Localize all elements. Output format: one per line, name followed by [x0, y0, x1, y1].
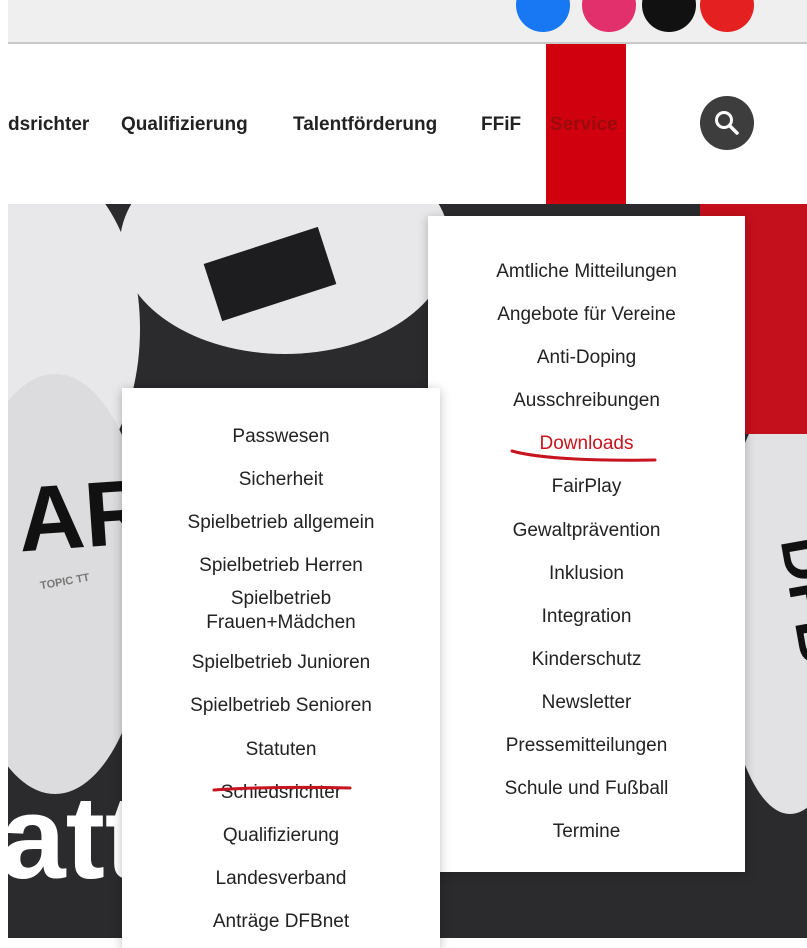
- submenu-item-spielbetrieb-junioren[interactable]: Spielbetrieb Junioren: [122, 641, 440, 684]
- annotation-underline-statuten: [212, 785, 352, 792]
- downloads-submenu: Passwesen Sicherheit Spielbetrieb allgem…: [122, 388, 440, 948]
- search-button[interactable]: [700, 96, 754, 150]
- nav-item-qualifizierung[interactable]: Qualifizierung: [121, 114, 248, 136]
- menu-item-pressemitteilungen[interactable]: Pressemitteilungen: [428, 724, 745, 767]
- submenu-item-sicherheit[interactable]: Sicherheit: [122, 458, 440, 501]
- submenu-item-qualifizierung[interactable]: Qualifizierung: [122, 814, 440, 857]
- menu-item-schule-und-fussball[interactable]: Schule und Fußball: [428, 767, 745, 810]
- submenu-item-spielbetrieb-frauen-maedchen[interactable]: Spielbetrieb Frauen+Mädchen: [122, 587, 440, 641]
- tiktok-icon[interactable]: [642, 0, 696, 32]
- submenu-item-antraege-dfbnet[interactable]: Anträge DFBnet: [122, 900, 440, 943]
- service-dropdown-menu: Amtliche Mitteilungen Angebote für Verei…: [428, 216, 745, 872]
- submenu-item-landesverband[interactable]: Landesverband: [122, 857, 440, 900]
- menu-item-anti-doping[interactable]: Anti-Doping: [428, 336, 745, 379]
- nav-item-service[interactable]: Service: [550, 114, 618, 136]
- annotation-underline-downloads: [510, 449, 657, 462]
- menu-item-angebote-fuer-vereine[interactable]: Angebote für Vereine: [428, 293, 745, 336]
- page-edge: [0, 0, 8, 938]
- menu-item-gewaltpraevention[interactable]: Gewaltprävention: [428, 509, 745, 552]
- menu-item-termine[interactable]: Termine: [428, 810, 745, 853]
- nav-item-schiedsrichter[interactable]: dsrichter: [8, 114, 89, 136]
- menu-item-amtliche-mitteilungen[interactable]: Amtliche Mitteilungen: [428, 250, 745, 293]
- youtube-icon[interactable]: [700, 0, 754, 32]
- facebook-icon[interactable]: [516, 0, 570, 32]
- search-icon: [715, 111, 739, 135]
- submenu-item-passwesen[interactable]: Passwesen: [122, 415, 440, 458]
- instagram-icon[interactable]: [582, 0, 636, 32]
- submenu-item-spielbetrieb-herren[interactable]: Spielbetrieb Herren: [122, 544, 440, 587]
- menu-item-inklusion[interactable]: Inklusion: [428, 552, 745, 595]
- submenu-item-statuten[interactable]: Statuten: [122, 728, 440, 771]
- submenu-item-spielbetrieb-senioren[interactable]: Spielbetrieb Senioren: [122, 684, 440, 727]
- menu-item-integration[interactable]: Integration: [428, 595, 745, 638]
- menu-item-fairplay[interactable]: FairPlay: [428, 465, 745, 508]
- social-bar: [0, 0, 807, 44]
- menu-item-kinderschutz[interactable]: Kinderschutz: [428, 638, 745, 681]
- nav-item-talentfoerderung[interactable]: Talentförderung: [293, 114, 437, 136]
- nav-item-ffif[interactable]: FFiF: [481, 114, 521, 136]
- menu-item-newsletter[interactable]: Newsletter: [428, 681, 745, 724]
- submenu-item-spielbetrieb-allgemein[interactable]: Spielbetrieb allgemein: [122, 501, 440, 544]
- menu-item-ausschreibungen[interactable]: Ausschreibungen: [428, 379, 745, 422]
